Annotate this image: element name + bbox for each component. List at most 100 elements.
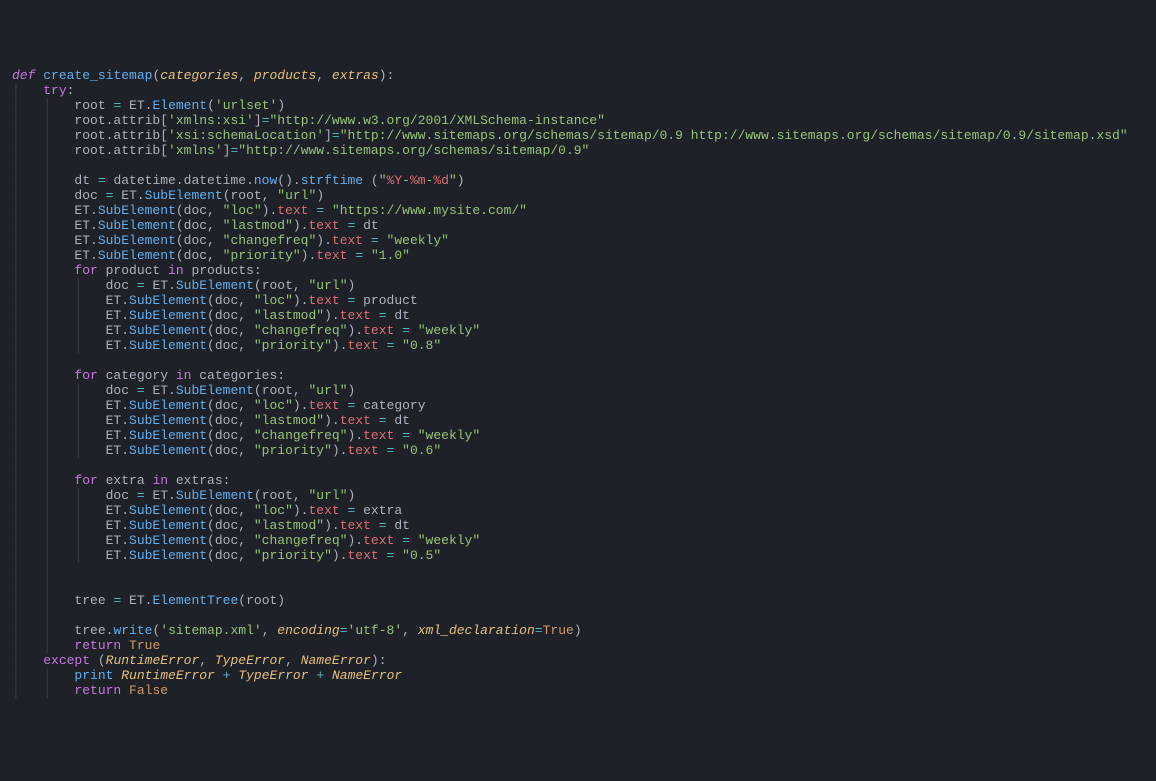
code-line[interactable]: │ │ ET.SubElement(doc, "lastmod").text =… xyxy=(12,218,1144,233)
token-str: " xyxy=(449,173,457,188)
code-line[interactable]: │ │ xyxy=(12,563,1144,578)
token-var xyxy=(394,533,402,548)
token-fn: SubElement xyxy=(176,488,254,503)
code-line[interactable]: │ │ │ ET.SubElement(doc, "lastmod").text… xyxy=(12,413,1144,428)
token-punct: ). xyxy=(332,443,348,458)
token-var: ET. xyxy=(74,203,97,218)
token-attr: text xyxy=(363,533,394,548)
code-line[interactable]: │ │ xyxy=(12,458,1144,473)
token-fn: SubElement xyxy=(176,383,254,398)
code-line[interactable]: │ │ │ ET.SubElement(doc, "loc").text = p… xyxy=(12,293,1144,308)
token-punct: (doc, xyxy=(207,338,254,353)
code-line[interactable]: │ │ tree.write('sitemap.xml', encoding='… xyxy=(12,623,1144,638)
token-str: "0.5" xyxy=(402,548,441,563)
code-line[interactable]: │ │ dt = datetime.datetime.now().strftim… xyxy=(12,173,1144,188)
code-line[interactable]: │ │ │ ET.SubElement(doc, "lastmod").text… xyxy=(12,308,1144,323)
code-line[interactable]: │ │ root = ET.Element('urlset') xyxy=(12,98,1144,113)
code-line[interactable]: │ │ root.attrib['xsi:schemaLocation']="h… xyxy=(12,128,1144,143)
token-var xyxy=(340,503,348,518)
token-var xyxy=(371,518,379,533)
token-var xyxy=(379,443,387,458)
token-class-ref: NameError xyxy=(301,653,371,668)
token-var: ET. xyxy=(106,308,129,323)
token-indent-guide: │ │ xyxy=(12,173,74,188)
token-var: ET. xyxy=(121,98,152,113)
code-line[interactable]: │ │ │ doc = ET.SubElement(root, "url") xyxy=(12,278,1144,293)
code-line[interactable]: │ try: xyxy=(12,83,1144,98)
code-line[interactable]: │ │ xyxy=(12,578,1144,593)
code-line[interactable]: │ │ print RuntimeError + TypeError + Nam… xyxy=(12,668,1144,683)
token-kw-def: def xyxy=(12,68,43,83)
code-line[interactable]: │ │ return False xyxy=(12,683,1144,698)
token-fn: strftime xyxy=(301,173,363,188)
code-line[interactable]: │ │ │ doc = ET.SubElement(root, "url") xyxy=(12,383,1144,398)
code-line[interactable]: │ │ │ ET.SubElement(doc, "changefreq").t… xyxy=(12,323,1144,338)
code-line[interactable]: │ │ return True xyxy=(12,638,1144,653)
token-var xyxy=(410,428,418,443)
token-punct: ). xyxy=(324,518,340,533)
token-op: = xyxy=(379,518,387,533)
token-str: "lastmod" xyxy=(254,308,324,323)
token-op: = xyxy=(98,173,106,188)
token-punct: ). xyxy=(347,323,363,338)
code-line[interactable]: │ │ ET.SubElement(doc, "loc").text = "ht… xyxy=(12,203,1144,218)
token-indent-guide: │ │ xyxy=(12,458,74,473)
token-indent-guide: │ │ │ xyxy=(12,278,106,293)
token-var xyxy=(363,248,371,263)
code-line[interactable]: │ │ │ ET.SubElement(doc, "changefreq").t… xyxy=(12,533,1144,548)
code-line[interactable]: │ │ │ ET.SubElement(doc, "priority").tex… xyxy=(12,443,1144,458)
code-line[interactable]: │ except (RuntimeError, TypeError, NameE… xyxy=(12,653,1144,668)
token-fn: ElementTree xyxy=(152,593,238,608)
code-line[interactable]: │ │ │ doc = ET.SubElement(root, "url") xyxy=(12,488,1144,503)
token-indent-guide: │ │ xyxy=(12,203,74,218)
code-line[interactable]: │ │ │ ET.SubElement(doc, "changefreq").t… xyxy=(12,428,1144,443)
code-editor[interactable]: def create_sitemap(categories, products,… xyxy=(12,68,1144,698)
token-str: "url" xyxy=(277,188,316,203)
token-str: " xyxy=(379,173,387,188)
token-strinner: %d xyxy=(433,173,449,188)
token-punct: ). xyxy=(293,293,309,308)
code-line[interactable]: │ │ │ ET.SubElement(doc, "loc").text = c… xyxy=(12,398,1144,413)
code-line[interactable]: │ │ for extra in extras: xyxy=(12,473,1144,488)
token-kw: in xyxy=(152,473,168,488)
code-line[interactable]: │ │ ET.SubElement(doc, "changefreq").tex… xyxy=(12,233,1144,248)
token-attr: text xyxy=(340,308,371,323)
code-line[interactable]: │ │ ET.SubElement(doc, "priority").text … xyxy=(12,248,1144,263)
token-punct: ) xyxy=(348,383,356,398)
token-str: "weekly" xyxy=(387,233,449,248)
token-attr: text xyxy=(332,233,363,248)
code-line[interactable]: │ │ xyxy=(12,608,1144,623)
token-indent-guide: │ │ │ xyxy=(12,548,106,563)
code-line[interactable]: │ │ doc = ET.SubElement(root, "url") xyxy=(12,188,1144,203)
token-attr: text xyxy=(308,398,339,413)
token-op: + xyxy=(223,668,231,683)
token-indent-guide: │ │ │ xyxy=(12,398,106,413)
token-fn: SubElement xyxy=(129,443,207,458)
token-kw: in xyxy=(168,263,184,278)
token-punct: (doc, xyxy=(176,233,223,248)
token-true: True xyxy=(543,623,574,638)
token-str: "url" xyxy=(309,488,348,503)
code-line[interactable]: │ │ │ ET.SubElement(doc, "priority").tex… xyxy=(12,338,1144,353)
code-line[interactable]: │ │ │ ET.SubElement(doc, "lastmod").text… xyxy=(12,518,1144,533)
token-str: "changefreq" xyxy=(254,533,348,548)
token-var: ET. xyxy=(106,443,129,458)
token-class-ref: TypeError xyxy=(215,653,285,668)
code-line[interactable]: │ │ root.attrib['xmlns:xsi']="http://www… xyxy=(12,113,1144,128)
token-punct: , xyxy=(316,68,332,83)
token-punct: , xyxy=(199,653,215,668)
token-var xyxy=(215,668,223,683)
code-line[interactable]: │ │ │ ET.SubElement(doc, "priority").tex… xyxy=(12,548,1144,563)
token-var: doc xyxy=(106,488,137,503)
token-var xyxy=(379,548,387,563)
code-line[interactable]: │ │ xyxy=(12,353,1144,368)
code-line[interactable]: │ │ │ ET.SubElement(doc, "loc").text = e… xyxy=(12,503,1144,518)
code-line[interactable]: def create_sitemap(categories, products,… xyxy=(12,68,1144,83)
token-indent-guide: │ │ xyxy=(12,563,74,578)
code-line[interactable]: │ │ root.attrib['xmlns']="http://www.sit… xyxy=(12,143,1144,158)
code-line[interactable]: │ │ for category in categories: xyxy=(12,368,1144,383)
code-line[interactable]: │ │ tree = ET.ElementTree(root) xyxy=(12,593,1144,608)
code-line[interactable]: │ │ xyxy=(12,158,1144,173)
code-line[interactable]: │ │ for product in products: xyxy=(12,263,1144,278)
token-var: ET. xyxy=(106,533,129,548)
